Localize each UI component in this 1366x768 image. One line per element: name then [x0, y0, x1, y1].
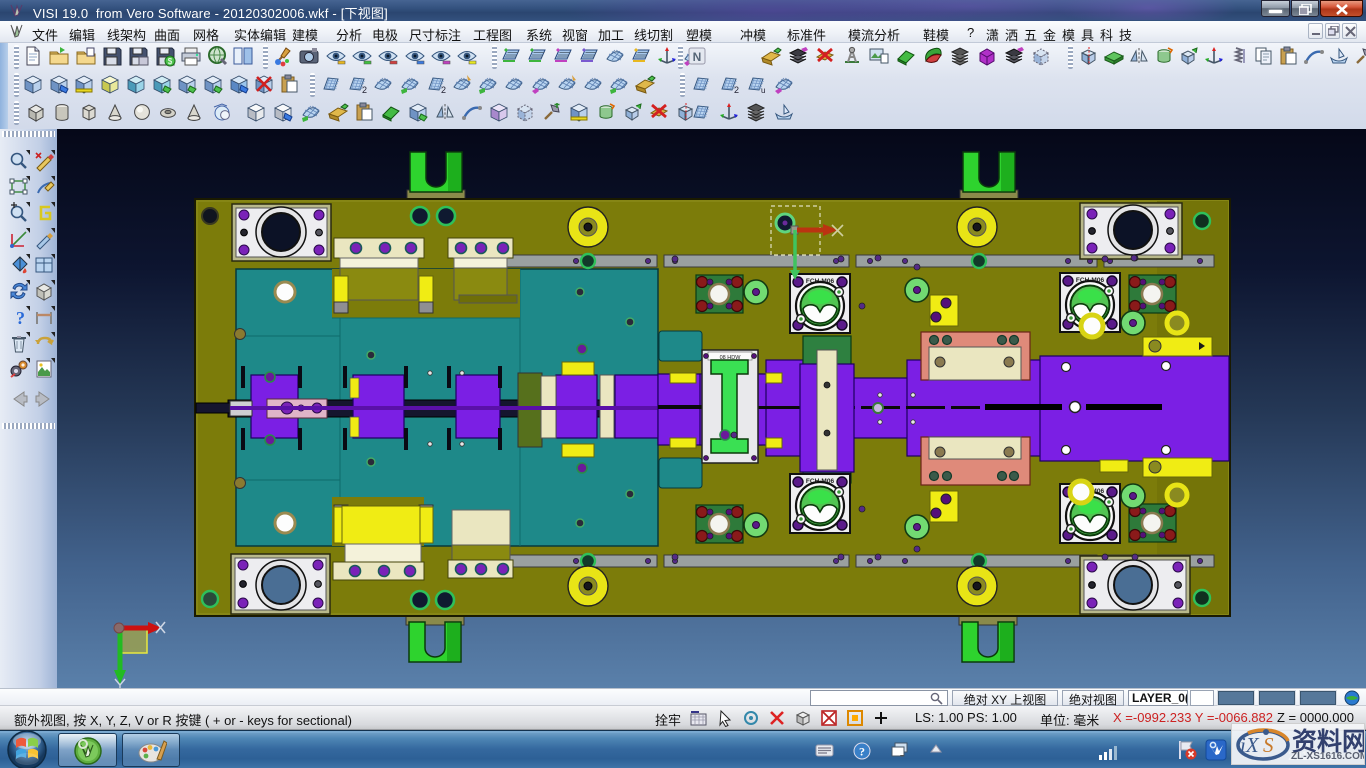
svg-text:?: ? [859, 745, 865, 759]
svg-text:2: 2 [441, 85, 446, 95]
svg-text:$: $ [167, 57, 172, 66]
svg-text:S: S [1263, 733, 1274, 757]
svg-text:2: 2 [362, 85, 367, 95]
svg-text:u: u [761, 86, 765, 95]
svg-text:2: 2 [734, 85, 739, 95]
svg-text:iX: iX [1240, 733, 1260, 757]
svg-text:?: ? [16, 308, 25, 328]
svg-text:N: N [693, 50, 702, 64]
